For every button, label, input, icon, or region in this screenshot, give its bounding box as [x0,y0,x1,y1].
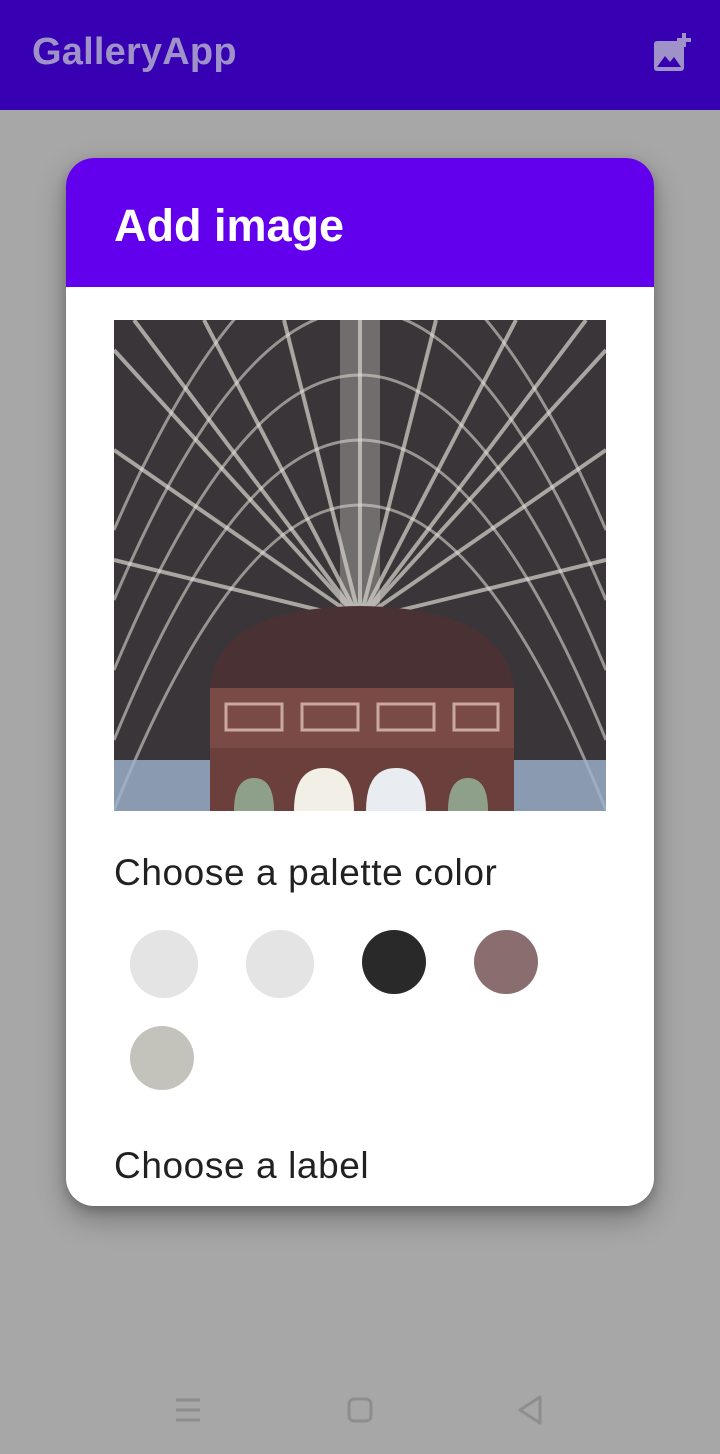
palette-swatch-3[interactable] [362,930,426,994]
nav-home-button[interactable] [340,1394,380,1426]
system-navigation-bar [0,1366,720,1454]
add-image-dialog: Add image Choose a palette color Choose … [66,158,654,1206]
app-title: GalleryApp [32,31,237,73]
dialog-header: Add image [66,158,654,287]
palette-section-title: Choose a palette color [114,852,498,893]
back-icon [518,1395,542,1425]
nav-back-button[interactable] [510,1394,550,1426]
palette-swatch-5[interactable] [130,1026,194,1090]
top-app-bar: GalleryApp [0,0,720,110]
image-preview [114,320,606,811]
add-photo-icon [654,33,691,71]
palette-swatch-1[interactable] [130,930,198,998]
nav-menu-button[interactable] [168,1394,208,1426]
palette-swatch-2[interactable] [246,930,314,998]
label-section-title: Choose a label [114,1145,370,1186]
menu-icon [176,1398,200,1422]
add-image-button[interactable] [648,30,696,78]
dialog-title: Add image [114,200,345,251]
home-icon [347,1397,373,1423]
palette-swatch-4[interactable] [474,930,538,994]
